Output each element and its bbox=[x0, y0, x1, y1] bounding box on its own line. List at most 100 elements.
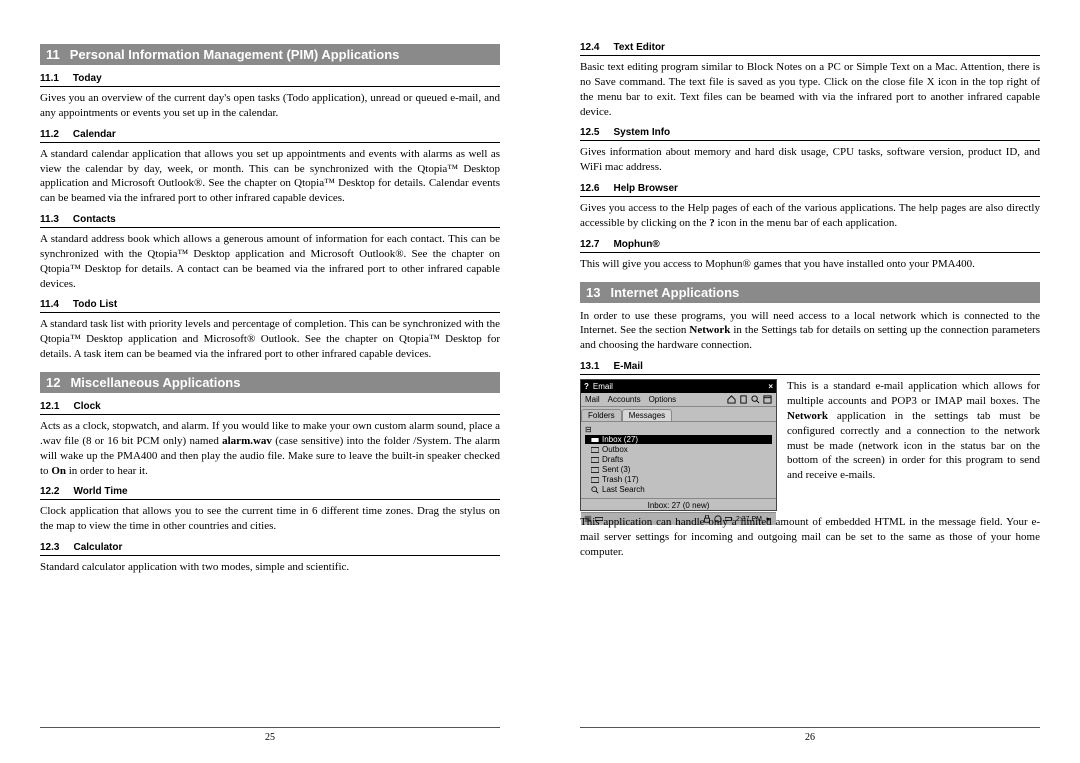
sub-11-3-title: Contacts bbox=[73, 214, 116, 225]
email-beside-text: This is a standard e-mail application wh… bbox=[787, 379, 1040, 511]
page-right-footer: 26 bbox=[580, 727, 1040, 743]
folder-drafts-label: Drafts bbox=[602, 455, 623, 464]
folder-icon bbox=[591, 446, 599, 454]
sub-12-7-heading: 12.7 Mophun® bbox=[580, 237, 1040, 253]
section-13-heading: 13 Internet Applications bbox=[580, 282, 1040, 303]
sub-12-3-num: 12.3 bbox=[40, 542, 59, 553]
tree-toggle[interactable]: ⊟ bbox=[585, 425, 772, 434]
section-12-heading: 12 Miscellaneous Applications bbox=[40, 372, 500, 393]
sub-12-6-heading: 12.6 Help Browser bbox=[580, 181, 1040, 197]
folder-icon bbox=[591, 466, 599, 474]
sub-11-1-num: 11.1 bbox=[40, 73, 59, 84]
sub-12-5-heading: 12.5 System Info bbox=[580, 125, 1040, 141]
sub-12-7-title: Mophun® bbox=[613, 239, 659, 250]
folder-inbox-label: Inbox (27) bbox=[602, 435, 638, 444]
sub-11-2-text: A standard calendar application that all… bbox=[40, 147, 500, 206]
sub-11-2-num: 11.2 bbox=[40, 129, 59, 140]
menu-options[interactable]: Options bbox=[649, 395, 677, 404]
sub-12-2-title: World Time bbox=[73, 486, 127, 497]
menubar: Mail Accounts Options bbox=[581, 393, 776, 407]
page-left: 11 Personal Information Management (PIM)… bbox=[0, 0, 540, 763]
sub-12-2-num: 12.2 bbox=[40, 486, 59, 497]
sub-11-4-heading: 11.4 Todo List bbox=[40, 297, 500, 313]
sub-11-3-num: 11.3 bbox=[40, 214, 59, 225]
email-after-text: This application can handle only a limit… bbox=[580, 515, 1040, 560]
sub-12-3-title: Calculator bbox=[73, 542, 122, 553]
sub-12-5-title: System Info bbox=[613, 127, 670, 138]
folder-inbox[interactable]: Inbox (27) bbox=[585, 435, 772, 444]
status-line: Inbox: 27 (0 new) bbox=[581, 498, 776, 512]
sub-11-1-text: Gives you an overview of the current day… bbox=[40, 91, 500, 121]
menu-accounts[interactable]: Accounts bbox=[608, 395, 641, 404]
search-icon bbox=[591, 486, 599, 494]
folder-icon bbox=[591, 476, 599, 484]
sub-12-1-title: Clock bbox=[73, 401, 100, 412]
page-left-number: 25 bbox=[265, 732, 275, 743]
folder-last-search[interactable]: Last Search bbox=[585, 485, 772, 494]
folder-icon bbox=[591, 456, 599, 464]
folder-icon bbox=[591, 436, 599, 444]
page-right-number: 26 bbox=[805, 732, 815, 743]
folder-trash[interactable]: Trash (17) bbox=[585, 475, 772, 484]
sub-12-7-text: This will give you access to Mophun® gam… bbox=[580, 257, 1040, 272]
sub-12-4-num: 12.4 bbox=[580, 42, 599, 53]
search-icon[interactable] bbox=[751, 395, 760, 404]
sub-12-1-num: 12.1 bbox=[40, 401, 59, 412]
folder-sent[interactable]: Sent (3) bbox=[585, 465, 772, 474]
sub-12-6-text: Gives you access to the Help pages of ea… bbox=[580, 201, 1040, 231]
sub-13-1-title: E-Mail bbox=[613, 361, 642, 372]
document-icon[interactable] bbox=[739, 395, 748, 404]
sub-12-5-text: Gives information about memory and hard … bbox=[580, 145, 1040, 175]
folder-drafts[interactable]: Drafts bbox=[585, 455, 772, 464]
section-12-num: 12 bbox=[46, 375, 60, 390]
home-icon[interactable] bbox=[727, 395, 736, 404]
compose-icon[interactable] bbox=[763, 395, 772, 404]
folder-pane: ⊟ Inbox (27) Outbox Drafts bbox=[581, 421, 776, 498]
page-right: 12.4 Text Editor Basic text editing prog… bbox=[540, 0, 1080, 763]
section-12-title: Miscellaneous Applications bbox=[70, 375, 240, 390]
section-11-num: 11 bbox=[46, 47, 60, 62]
sub-12-4-title: Text Editor bbox=[613, 42, 664, 53]
sub-12-7-num: 12.7 bbox=[580, 239, 599, 250]
sub-12-4-heading: 12.4 Text Editor bbox=[580, 40, 1040, 56]
folder-outbox-label: Outbox bbox=[602, 445, 628, 454]
email-app-figure: ? Email × Mail Accounts Options bbox=[580, 379, 777, 511]
sub-12-6-title: Help Browser bbox=[613, 183, 677, 194]
sub-11-2-heading: 11.2 Calendar bbox=[40, 127, 500, 143]
close-icon[interactable]: × bbox=[768, 382, 773, 391]
sub-12-1-text: Acts as a clock, stopwatch, and alarm. I… bbox=[40, 419, 500, 478]
sub-12-3-text: Standard calculator application with two… bbox=[40, 560, 500, 575]
sub-11-4-title: Todo List bbox=[73, 299, 117, 310]
section-13-title: Internet Applications bbox=[610, 285, 739, 300]
sub-12-2-text: Clock application that allows you to see… bbox=[40, 504, 500, 534]
tab-messages[interactable]: Messages bbox=[622, 409, 672, 421]
sub-11-3-text: A standard address book which allows a g… bbox=[40, 232, 500, 291]
sub-12-4-text: Basic text editing program similar to Bl… bbox=[580, 60, 1040, 119]
sub-13-1-heading: 13.1 E-Mail bbox=[580, 359, 1040, 375]
status-text: Inbox: 27 (0 new) bbox=[648, 501, 710, 510]
help-icon[interactable]: ? bbox=[584, 382, 589, 391]
page-left-footer: 25 bbox=[40, 727, 500, 743]
sub-12-2-heading: 12.2 World Time bbox=[40, 484, 500, 500]
folder-last-label: Last Search bbox=[602, 485, 645, 494]
tab-row: Folders Messages bbox=[581, 407, 776, 421]
sub-11-3-heading: 11.3 Contacts bbox=[40, 212, 500, 228]
sub-12-3-heading: 12.3 Calculator bbox=[40, 540, 500, 556]
menu-mail[interactable]: Mail bbox=[585, 395, 600, 404]
section-13-num: 13 bbox=[586, 285, 600, 300]
sub-11-1-title: Today bbox=[73, 73, 102, 84]
tab-folders[interactable]: Folders bbox=[581, 409, 622, 421]
sub-11-4-text: A standard task list with priority level… bbox=[40, 317, 500, 362]
section-11-title: Personal Information Management (PIM) Ap… bbox=[70, 47, 400, 62]
sub-12-5-num: 12.5 bbox=[580, 127, 599, 138]
sub-13-1-num: 13.1 bbox=[580, 361, 599, 372]
folder-outbox[interactable]: Outbox bbox=[585, 445, 772, 454]
sub-12-6-num: 12.6 bbox=[580, 183, 599, 194]
sub-11-1-heading: 11.1 Today bbox=[40, 71, 500, 87]
section-11-heading: 11 Personal Information Management (PIM)… bbox=[40, 44, 500, 65]
folder-sent-label: Sent (3) bbox=[602, 465, 630, 474]
sub-11-4-num: 11.4 bbox=[40, 299, 59, 310]
section-13-intro: In order to use these programs, you will… bbox=[580, 309, 1040, 354]
window-title: Email bbox=[593, 382, 764, 391]
sub-12-1-heading: 12.1 Clock bbox=[40, 399, 500, 415]
